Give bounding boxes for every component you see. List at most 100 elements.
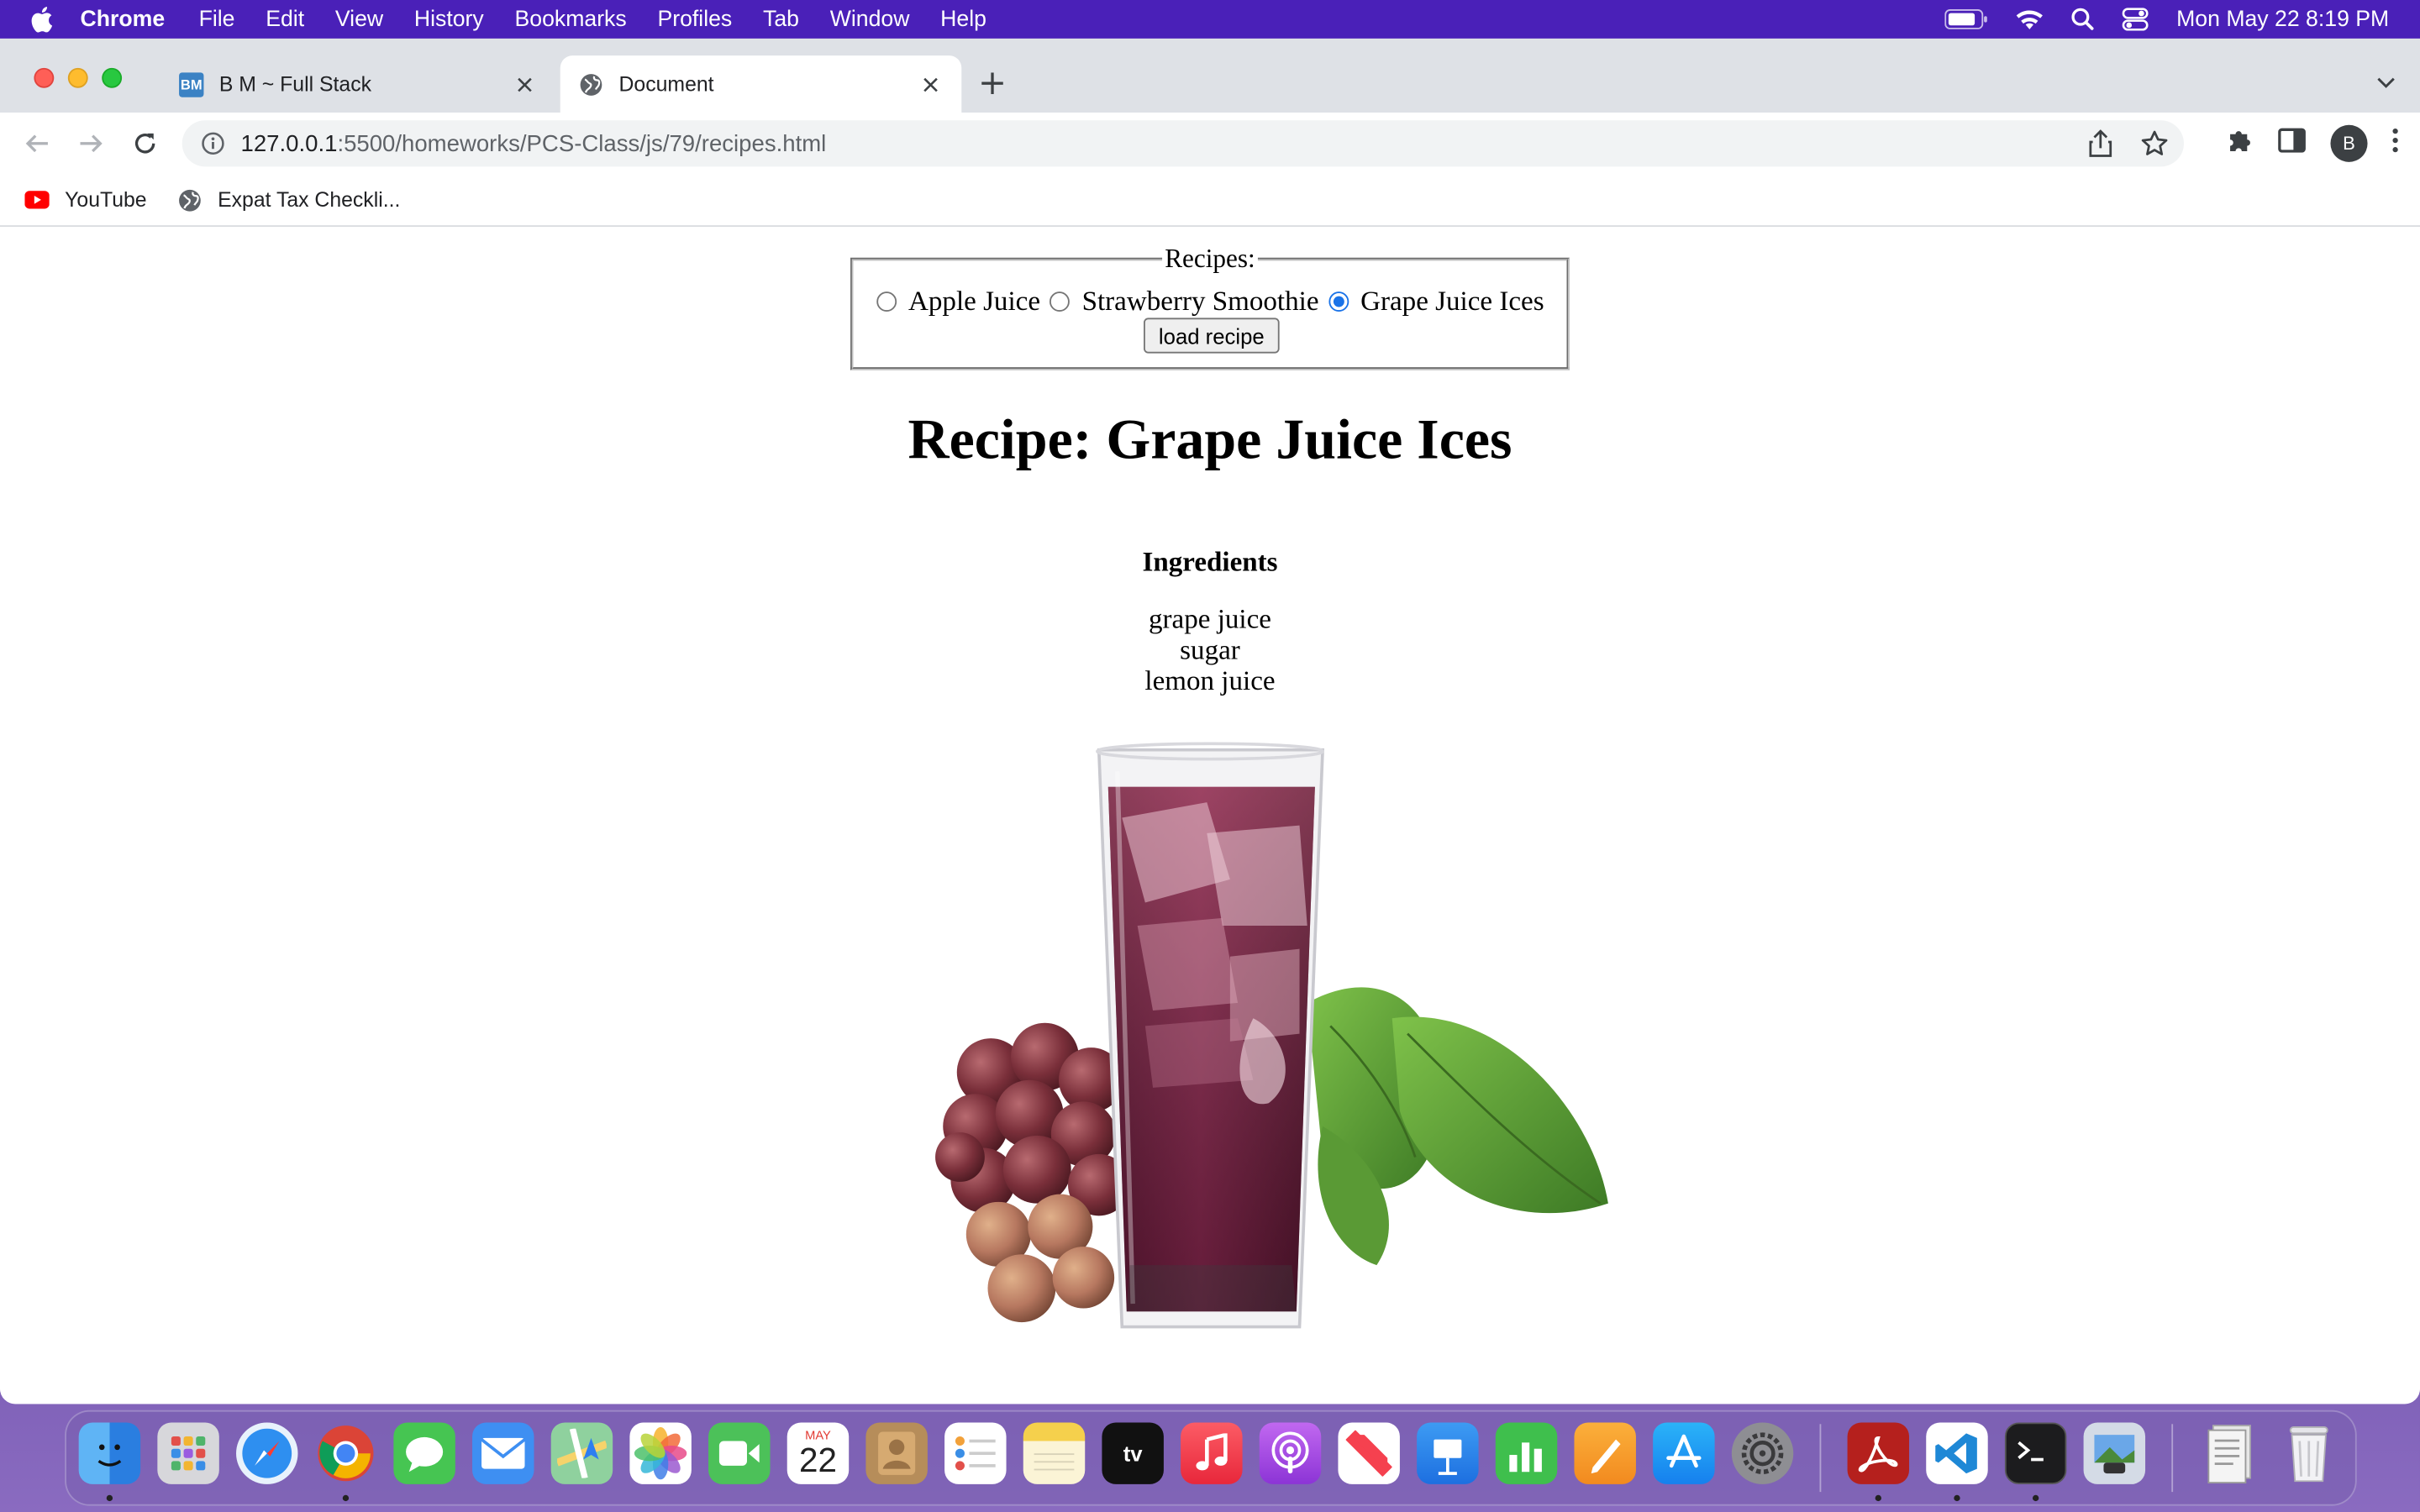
site-info-icon[interactable] xyxy=(201,131,225,155)
window-zoom-button[interactable] xyxy=(102,67,123,88)
radio-button[interactable] xyxy=(876,291,897,312)
appletv-icon[interactable]: tv xyxy=(1102,1422,1164,1484)
control-center-icon[interactable] xyxy=(2123,8,2149,31)
messages-icon[interactable] xyxy=(393,1422,455,1484)
appstore-icon[interactable] xyxy=(1653,1422,1715,1484)
radio-button-selected[interactable] xyxy=(1328,291,1349,312)
bookmark-star-icon[interactable] xyxy=(2141,129,2169,165)
recipe-radio-group: Apple Juice Strawberry Smoothie Grape Ju… xyxy=(854,286,1567,318)
menu-help[interactable]: Help xyxy=(940,7,986,31)
tab-close-icon[interactable] xyxy=(918,71,943,96)
new-tab-button[interactable] xyxy=(981,66,1003,100)
chrome-icon[interactable] xyxy=(315,1422,376,1483)
profile-avatar[interactable]: B xyxy=(2330,124,2368,162)
url-path: :5500/homeworks/PCS-Class/js/79/recipes.… xyxy=(337,130,827,157)
vscode-icon[interactable] xyxy=(1926,1422,1988,1484)
recipe-title: Recipe: Grape Juice Ices xyxy=(908,408,1512,473)
chrome-menu-kebab-icon[interactable] xyxy=(2392,128,2398,160)
maps-icon[interactable] xyxy=(550,1422,613,1484)
tab-search-chevron-icon[interactable] xyxy=(2377,70,2396,97)
news-icon[interactable] xyxy=(1338,1422,1400,1484)
bm-favicon-icon: BM xyxy=(179,71,204,97)
running-indicator xyxy=(1875,1494,1881,1502)
extensions-puzzle-icon[interactable] xyxy=(2226,126,2254,161)
safari-icon[interactable] xyxy=(236,1422,298,1484)
page-content: Recipes: Apple Juice Strawberry Smoothie… xyxy=(0,228,2420,1404)
ingredients-list: grape juice sugar lemon juice xyxy=(0,603,2420,696)
menu-tab[interactable]: Tab xyxy=(763,7,799,31)
back-arrow-icon[interactable] xyxy=(18,125,55,162)
spotlight-search-icon[interactable] xyxy=(2071,8,2095,31)
forward-arrow-icon[interactable] xyxy=(72,125,109,162)
menu-view[interactable]: View xyxy=(335,7,383,31)
numbers-icon[interactable] xyxy=(1495,1422,1558,1484)
apple-menu-icon[interactable] xyxy=(31,6,59,33)
dock-separator xyxy=(2171,1424,2174,1493)
tab-strip: BM B M ~ Full Stack Document xyxy=(0,38,2420,113)
load-recipe-button[interactable]: load recipe xyxy=(1144,318,1280,354)
tab-title: Document xyxy=(618,72,714,96)
menu-window[interactable]: Window xyxy=(830,7,910,31)
music-icon[interactable] xyxy=(1181,1422,1243,1484)
acrobat-icon[interactable] xyxy=(1847,1422,1910,1484)
terminal-icon[interactable] xyxy=(2004,1422,2067,1484)
system-settings-icon[interactable] xyxy=(1731,1422,1794,1484)
bookmark-expat-tax[interactable]: Expat Tax Checkli... xyxy=(177,187,400,212)
ingredients-heading: Ingredients xyxy=(1142,546,1278,577)
facetime-icon[interactable] xyxy=(708,1422,771,1484)
window-minimize-button[interactable] xyxy=(67,67,88,88)
menu-file[interactable]: File xyxy=(199,7,235,31)
browser-window: BM B M ~ Full Stack Document 127.0.0.1:5… xyxy=(0,38,2420,1404)
tab-title: B M ~ Full Stack xyxy=(218,72,372,96)
calendar-month: MAY xyxy=(805,1427,831,1442)
radio-strawberry-smoothie[interactable]: Strawberry Smoothie xyxy=(1050,286,1319,318)
contacts-icon[interactable] xyxy=(865,1422,928,1484)
browser-toolbar: 127.0.0.1:5500/homeworks/PCS-Class/js/79… xyxy=(0,113,2420,175)
menu-profiles[interactable]: Profiles xyxy=(657,7,732,31)
menu-clock[interactable]: Mon May 22 8:19 PM xyxy=(2176,7,2389,31)
menu-history[interactable]: History xyxy=(414,7,484,31)
share-icon[interactable] xyxy=(2088,129,2112,165)
reminders-icon[interactable] xyxy=(944,1422,1007,1484)
radio-grape-juice-ices[interactable]: Grape Juice Ices xyxy=(1328,286,1544,318)
reload-icon[interactable] xyxy=(127,125,164,162)
recipes-legend: Recipes: xyxy=(854,244,1567,275)
window-close-button[interactable] xyxy=(34,67,55,88)
photos-icon[interactable] xyxy=(629,1422,692,1484)
keynote-icon[interactable] xyxy=(1417,1422,1479,1484)
menu-edit[interactable]: Edit xyxy=(266,7,304,31)
url-host: 127.0.0.1 xyxy=(240,130,338,157)
address-bar[interactable]: 127.0.0.1:5500/homeworks/PCS-Class/js/79… xyxy=(182,120,2184,167)
globe-icon xyxy=(579,71,603,96)
finder-icon[interactable] xyxy=(78,1422,141,1484)
tab-close-icon[interactable] xyxy=(513,71,537,96)
running-indicator xyxy=(2032,1494,2039,1502)
bookmark-label: Expat Tax Checkli... xyxy=(218,188,401,212)
radio-apple-juice[interactable]: Apple Juice xyxy=(876,286,1040,318)
wifi-icon[interactable] xyxy=(2016,8,2044,30)
mail-icon[interactable] xyxy=(472,1422,534,1484)
globe-icon xyxy=(177,187,202,212)
pages-icon[interactable] xyxy=(1574,1422,1636,1484)
battery-icon[interactable] xyxy=(1944,9,1988,29)
bookmark-youtube[interactable]: YouTube xyxy=(24,187,147,212)
menu-app-name[interactable]: Chrome xyxy=(81,7,166,31)
radio-button[interactable] xyxy=(1050,291,1070,312)
radio-label: Apple Juice xyxy=(908,285,1041,317)
tab-full-stack[interactable]: BM B M ~ Full Stack xyxy=(160,55,555,113)
bookmarks-bar: YouTube Expat Tax Checkli... xyxy=(0,174,2420,227)
launchpad-icon[interactable] xyxy=(157,1422,219,1484)
notes-icon[interactable] xyxy=(1023,1422,1086,1484)
preview-icon[interactable] xyxy=(2083,1422,2146,1484)
documents-folder-icon[interactable] xyxy=(2199,1422,2260,1484)
trash-icon[interactable] xyxy=(2278,1422,2339,1483)
podcasts-icon[interactable] xyxy=(1259,1422,1322,1484)
tab-document[interactable]: Document xyxy=(560,55,962,113)
bookmark-label: YouTube xyxy=(65,188,147,212)
calendar-day: 22 xyxy=(798,1440,837,1479)
calendar-icon[interactable]: MAY 22 xyxy=(786,1422,850,1484)
menu-bookmarks[interactable]: Bookmarks xyxy=(514,7,626,31)
side-panel-icon[interactable] xyxy=(2278,127,2306,160)
radio-label: Grape Juice Ices xyxy=(1360,285,1544,317)
legend-text: Recipes: xyxy=(1161,244,1259,274)
